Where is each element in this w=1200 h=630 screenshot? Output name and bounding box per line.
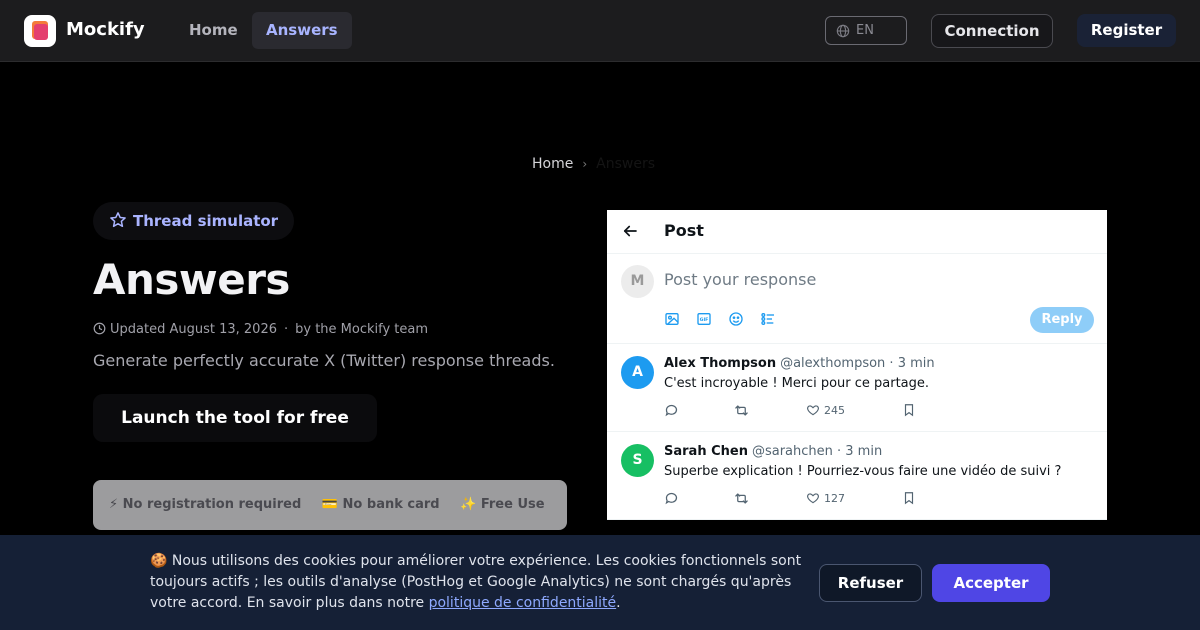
refuse-cookies-button[interactable]: Refuser bbox=[819, 564, 922, 602]
bookmark-icon[interactable] bbox=[902, 403, 916, 417]
updated-date: Updated August 13, 2026 bbox=[110, 322, 277, 337]
like-count: 245 bbox=[824, 403, 845, 417]
chevron-right-icon: › bbox=[582, 157, 588, 171]
page-title: Answers bbox=[93, 255, 290, 304]
pill-label: Thread simulator bbox=[133, 212, 279, 230]
tweet-handle: @alexthompson · 3 min bbox=[780, 356, 935, 371]
feature-free-use: ✨ Free Use bbox=[460, 497, 545, 512]
poll-icon[interactable] bbox=[760, 311, 776, 331]
like-count: 127 bbox=[824, 491, 845, 505]
breadcrumb-current: Answers bbox=[596, 156, 656, 172]
sparkles-icon: ✨ bbox=[460, 497, 477, 512]
breadcrumb-home[interactable]: Home bbox=[532, 156, 573, 172]
avatar: S bbox=[621, 444, 654, 477]
category-pill: Thread simulator bbox=[93, 202, 295, 240]
author-line: by the Mockify team bbox=[295, 322, 429, 337]
launch-tool-button[interactable]: Launch the tool for free bbox=[93, 394, 377, 442]
tweet-author-name[interactable]: Alex Thompson bbox=[664, 356, 776, 371]
nav-home-link[interactable]: Home bbox=[175, 12, 252, 49]
lightning-icon: ⚡ bbox=[109, 497, 119, 512]
compose-toolbar: GIF bbox=[664, 311, 787, 331]
reply-tweet: S Sarah Chen @sarahchen · 3 min Superbe e… bbox=[607, 432, 1107, 520]
heart-icon bbox=[807, 405, 819, 416]
gif-icon[interactable]: GIF bbox=[696, 311, 712, 331]
like-button[interactable]: 127 bbox=[806, 491, 845, 505]
tweet-actions: 127 bbox=[664, 491, 924, 507]
tweet-actions: 245 bbox=[664, 403, 924, 419]
nav-answers-link[interactable]: Answers bbox=[252, 12, 352, 49]
svg-text:GIF: GIF bbox=[700, 317, 709, 323]
tweet-header: Sarah Chen @sarahchen · 3 min bbox=[664, 444, 882, 459]
feature-no-bank-card: 💳 No bank card bbox=[321, 497, 440, 512]
back-arrow-icon[interactable] bbox=[621, 222, 639, 240]
image-icon[interactable] bbox=[664, 311, 680, 331]
tweet-text: Superbe explication ! Pourriez-vous fair… bbox=[664, 464, 1062, 479]
accept-cookies-button[interactable]: Accepter bbox=[932, 564, 1050, 602]
privacy-policy-link[interactable]: politique de confidentialité bbox=[429, 595, 617, 611]
tweet-author-name[interactable]: Sarah Chen bbox=[664, 444, 748, 459]
retweet-icon[interactable] bbox=[734, 491, 749, 506]
top-navbar: Mockify Home Answers EN Connection Regis… bbox=[0, 0, 1200, 62]
credit-card-icon: 💳 bbox=[321, 497, 339, 512]
avatar: A bbox=[621, 356, 654, 389]
compose-avatar: M bbox=[621, 265, 654, 298]
compose-box: M Post your response GIF Reply bbox=[607, 254, 1107, 344]
retweet-icon[interactable] bbox=[734, 403, 749, 418]
heart-icon bbox=[807, 493, 819, 504]
comment-icon[interactable] bbox=[664, 491, 679, 506]
cookie-text: 🍪 Nous utilisons des cookies pour amélio… bbox=[150, 553, 802, 611]
star-icon bbox=[110, 212, 126, 228]
clock-icon bbox=[93, 322, 106, 335]
page-meta: Updated August 13, 2026 · by the Mockify t… bbox=[93, 320, 428, 337]
language-label: EN bbox=[856, 23, 874, 38]
register-button[interactable]: Register bbox=[1077, 14, 1176, 47]
globe-icon bbox=[836, 24, 850, 38]
reply-tweet: A Alex Thompson @alexthompson · 3 min C'e… bbox=[607, 344, 1107, 432]
post-preview-card: Post M Post your response GIF Reply A Al… bbox=[607, 210, 1107, 520]
language-select[interactable]: EN bbox=[825, 16, 907, 45]
page-subtitle: Generate perfectly accurate X (Twitter) … bbox=[93, 351, 555, 370]
tweet-handle: @sarahchen · 3 min bbox=[751, 444, 883, 459]
feature-no-registration: ⚡ No registration required bbox=[109, 497, 302, 512]
tweet-text: C'est incroyable ! Merci pour ce partage… bbox=[664, 376, 930, 391]
comment-icon[interactable] bbox=[664, 403, 679, 418]
connection-button[interactable]: Connection bbox=[931, 14, 1053, 48]
logo-icon[interactable] bbox=[24, 15, 56, 47]
post-header: Post bbox=[607, 210, 1107, 254]
tweet-header: Alex Thompson @alexthompson · 3 min bbox=[664, 356, 935, 371]
reply-button[interactable]: Reply bbox=[1030, 307, 1094, 333]
brand-name[interactable]: Mockify bbox=[66, 19, 145, 40]
bookmark-icon[interactable] bbox=[902, 491, 916, 505]
like-button[interactable]: 245 bbox=[806, 403, 845, 417]
post-title: Post bbox=[664, 221, 704, 240]
breadcrumb: Home › Answers bbox=[532, 156, 655, 172]
compose-input[interactable]: Post your response bbox=[664, 270, 816, 289]
features-box: ⚡ No registration required 💳 No bank car… bbox=[93, 480, 567, 530]
emoji-icon[interactable] bbox=[728, 311, 744, 331]
